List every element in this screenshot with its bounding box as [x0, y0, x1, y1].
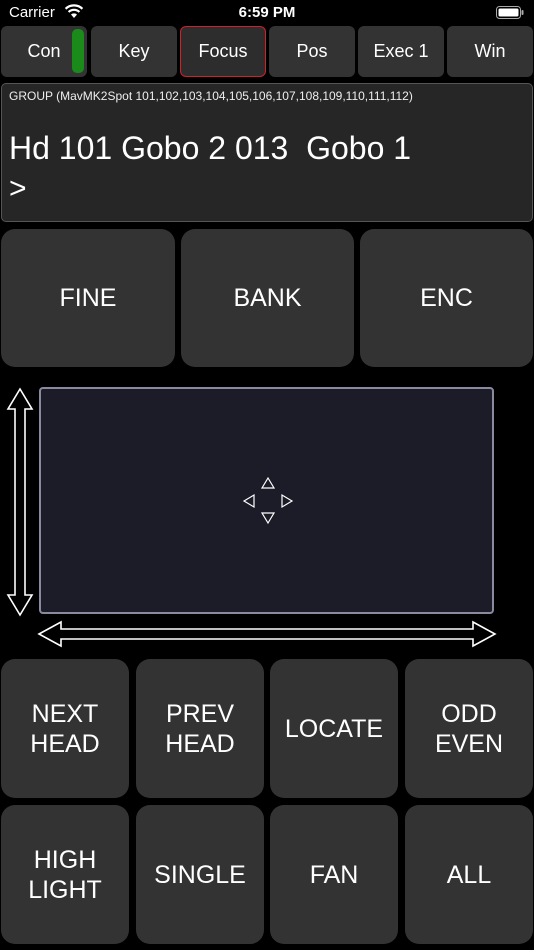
command-display: GROUP (MavMK2Spot 101,102,103,104,105,10…	[1, 83, 533, 222]
position-touchpad[interactable]	[39, 387, 494, 614]
tab-pos[interactable]: Pos	[269, 26, 355, 77]
next-head-label-1: NEXT	[31, 699, 99, 728]
odd-even-label-2: EVEN	[434, 729, 504, 758]
group-line: GROUP (MavMK2Spot 101,102,103,104,105,10…	[9, 89, 413, 103]
single-button[interactable]: SINGLE	[136, 805, 264, 944]
crosshair-arrows-icon	[241, 476, 295, 526]
battery-icon	[496, 6, 524, 19]
highlight-button[interactable]: HIGH LIGHT	[1, 805, 129, 944]
highlight-label-1: HIGH	[33, 845, 97, 874]
odd-even-button[interactable]: ODD EVEN	[405, 659, 533, 798]
fan-button[interactable]: FAN	[270, 805, 398, 944]
next-head-button[interactable]: NEXT HEAD	[1, 659, 129, 798]
connection-indicator	[72, 29, 84, 73]
tab-focus[interactable]: Focus	[180, 26, 266, 77]
status-bar: Carrier 6:59 PM	[0, 0, 534, 26]
fine-button[interactable]: FINE	[1, 229, 175, 367]
tab-win[interactable]: Win	[447, 26, 533, 77]
command-line: Hd 101 Gobo 2 013 Gobo 1	[9, 130, 412, 166]
enc-button[interactable]: ENC	[360, 229, 533, 367]
prev-head-label-2: HEAD	[165, 729, 235, 758]
highlight-label-2: LIGHT	[28, 875, 102, 904]
command-prompt: >	[9, 172, 27, 205]
vertical-arrow-icon[interactable]	[6, 387, 34, 617]
tab-exec-1[interactable]: Exec 1	[358, 26, 444, 77]
next-head-label-2: HEAD	[30, 729, 100, 758]
horizontal-arrow-icon[interactable]	[37, 619, 497, 649]
bank-button[interactable]: BANK	[181, 229, 354, 367]
prev-head-button[interactable]: PREV HEAD	[136, 659, 264, 798]
tab-key[interactable]: Key	[91, 26, 177, 77]
odd-even-label-1: ODD	[441, 699, 497, 728]
all-button[interactable]: ALL	[405, 805, 533, 944]
locate-button[interactable]: LOCATE	[270, 659, 398, 798]
clock: 6:59 PM	[238, 4, 296, 21]
prev-head-label-1: PREV	[165, 699, 235, 728]
